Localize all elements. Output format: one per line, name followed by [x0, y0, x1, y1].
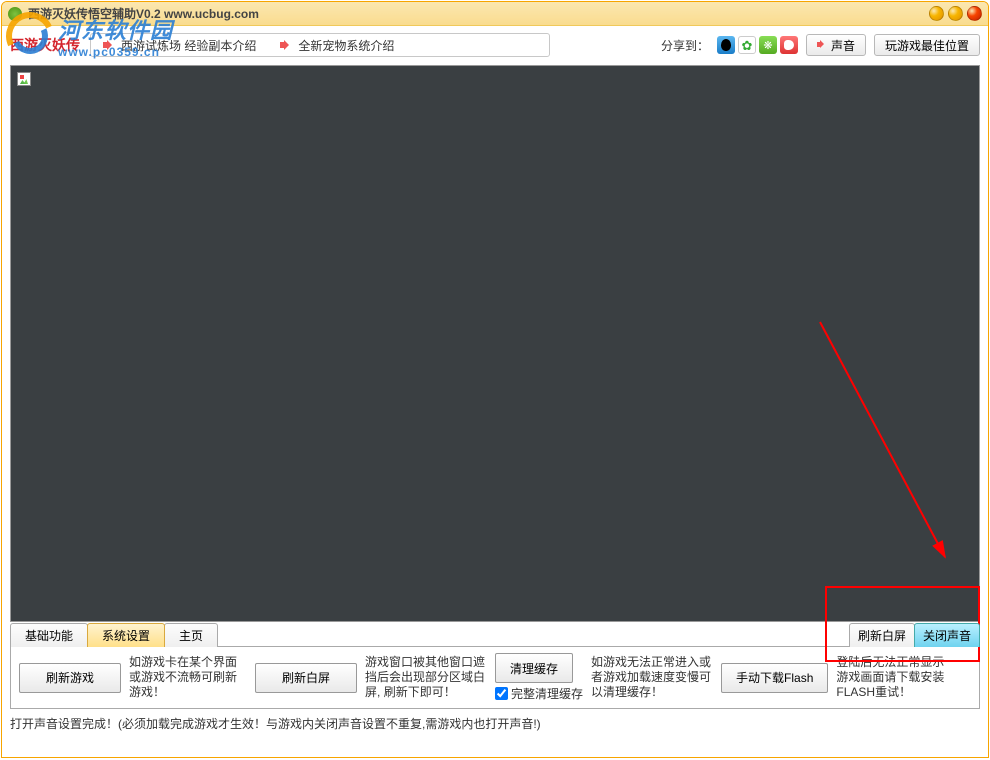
best-position-label: 玩游戏最佳位置	[885, 37, 969, 54]
sound-button[interactable]: 声音	[806, 34, 866, 56]
best-position-button[interactable]: 玩游戏最佳位置	[874, 34, 980, 56]
share-qq-icon[interactable]	[717, 36, 735, 54]
announcement-item[interactable]: 全新宠物系统介绍	[268, 37, 406, 54]
share-icons	[717, 36, 798, 54]
tab-basic-features[interactable]: 基础功能	[10, 623, 88, 647]
app-window: 西游灭妖传悟空辅助V0.2 www.ucbug.com 河东软件园 www.pc…	[1, 1, 989, 758]
game-name-label: 西游灭妖传	[10, 35, 80, 55]
window-title: 西游灭妖传悟空辅助V0.2 www.ucbug.com	[28, 5, 259, 22]
status-bar: 打开声音设置完成！(必须加载完成游戏才生效！与游戏内关闭声音设置不重复,需游戏内…	[10, 713, 980, 734]
refresh-white-button[interactable]: 刷新白屏	[255, 663, 357, 693]
close-button[interactable]	[967, 6, 982, 21]
share-weibo-icon[interactable]	[780, 36, 798, 54]
close-sound-action[interactable]: 关闭声音	[914, 623, 980, 647]
speaker-icon	[103, 39, 115, 51]
download-flash-hint: 登陆后无法正常显示游戏画面请下载安装FLASH重试！	[836, 655, 954, 700]
announcement-box: 西游试炼场 经验副本介绍 全新宠物系统介绍	[90, 33, 550, 57]
full-clear-label: 完整清理缓存	[511, 685, 583, 702]
announcement-text: 全新宠物系统介绍	[298, 37, 394, 54]
clear-cache-button[interactable]: 清理缓存	[495, 653, 573, 683]
top-toolbar: 西游灭妖传 西游试炼场 经验副本介绍 全新宠物系统介绍 分享到： 声音 玩游戏最…	[10, 31, 980, 59]
announcement-text: 西游试炼场 经验副本介绍	[121, 37, 256, 54]
settings-panel: 刷新游戏 如游戏卡在某个界面或游戏不流畅可刷新游戏！ 刷新白屏 游戏窗口被其他窗…	[10, 646, 980, 709]
game-viewport[interactable]	[10, 65, 980, 622]
window-controls	[929, 6, 982, 21]
refresh-white-action[interactable]: 刷新白屏	[849, 623, 915, 647]
clear-cache-group: 清理缓存 完整清理缓存	[495, 653, 583, 702]
refresh-game-button[interactable]: 刷新游戏	[19, 663, 121, 693]
tab-home[interactable]: 主页	[164, 623, 218, 647]
bottom-tab-row: 基础功能 系统设置 主页 刷新白屏 关闭声音	[10, 624, 980, 646]
sound-icon	[817, 40, 827, 50]
announcement-item[interactable]: 西游试炼场 经验副本介绍	[91, 37, 268, 54]
titlebar[interactable]: 西游灭妖传悟空辅助V0.2 www.ucbug.com	[2, 2, 988, 26]
tab-system-settings[interactable]: 系统设置	[87, 623, 165, 647]
share-clover-icon[interactable]	[759, 36, 777, 54]
share-label: 分享到：	[661, 37, 709, 54]
sound-button-label: 声音	[831, 37, 855, 54]
refresh-white-hint: 游戏窗口被其他窗口遮挡后会出现部分区域白屏, 刷新下即可！	[365, 655, 487, 700]
full-clear-checkbox-row[interactable]: 完整清理缓存	[495, 685, 583, 702]
clear-cache-hint: 如游戏无法正常进入或者游戏加载速度变慢可以清理缓存！	[591, 655, 713, 700]
minimize-button[interactable]	[929, 6, 944, 21]
full-clear-checkbox[interactable]	[495, 687, 508, 700]
refresh-game-hint: 如游戏卡在某个界面或游戏不流畅可刷新游戏！	[129, 655, 247, 700]
maximize-button[interactable]	[948, 6, 963, 21]
app-icon	[8, 7, 22, 21]
share-qzone-icon[interactable]	[738, 36, 756, 54]
download-flash-button[interactable]: 手动下载Flash	[721, 663, 828, 693]
broken-image-icon	[17, 72, 31, 86]
speaker-icon	[280, 39, 292, 51]
